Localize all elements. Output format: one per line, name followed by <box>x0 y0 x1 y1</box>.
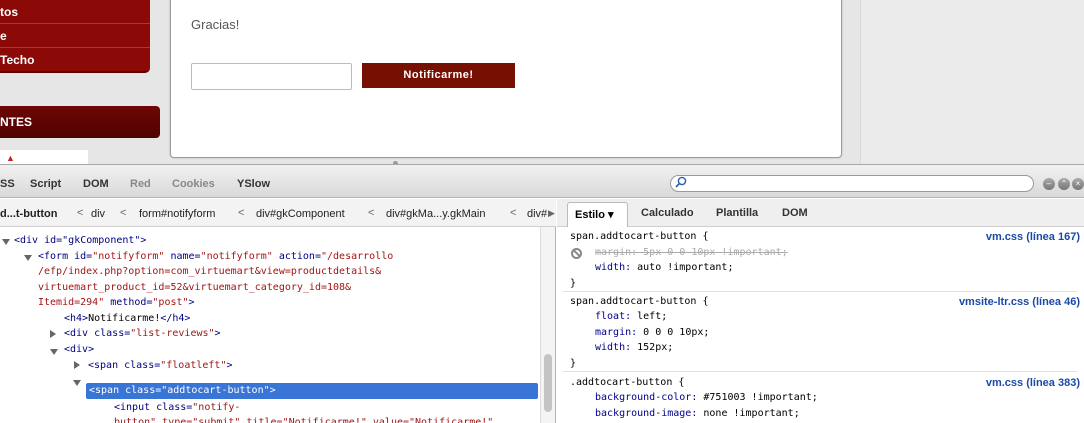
dom-attr-continuation: /efp/index.php?option=com_virtuemart&vie… <box>38 266 382 277</box>
dom-node-div[interactable]: <div> <box>64 342 94 358</box>
detach-icon[interactable]: ⌃ <box>1058 178 1070 190</box>
rule-close-brace: } <box>570 358 577 369</box>
collapse-icon[interactable] <box>73 380 81 386</box>
tab-dom-side[interactable]: DOM <box>782 207 808 219</box>
dom-node-h4[interactable]: <h4>Notificarme!</h4> <box>64 311 190 327</box>
css-property[interactable]: margin: 0 0 0 10px; <box>595 325 709 341</box>
breadcrumb-separator: < <box>77 207 84 219</box>
dom-attr-continuation: virtuemart_product_id=52&virtuemart_cate… <box>38 282 352 293</box>
rule-divider <box>563 371 1077 372</box>
selected-node-label: <span class="addtocart-button"> <box>89 385 276 396</box>
collapse-icon[interactable] <box>50 349 58 355</box>
rule-source-link[interactable]: vm.css (línea 383) <box>986 376 1080 392</box>
selected-dom-node[interactable]: <span class="addtocart-button"> <box>86 383 538 399</box>
breadcrumb-item[interactable]: form#notifyform <box>139 208 215 220</box>
side-panel-tabs: Estilo ▾ Calculado Plantilla DOM <box>557 199 1084 227</box>
notify-email-input[interactable] <box>191 63 352 90</box>
dom-node-floatleft[interactable]: <span class="floatleft"> <box>88 358 233 374</box>
expand-icon[interactable] <box>50 330 56 338</box>
tab-plantilla[interactable]: Plantilla <box>716 207 758 219</box>
devtools-tab-bar: SS Script DOM Red Cookies YSlow – ⌃ × <box>0 165 1084 198</box>
right-column <box>861 0 1084 164</box>
css-property[interactable]: float: left; <box>595 309 667 325</box>
scroll-right-icon[interactable]: ▶ <box>548 208 555 219</box>
minimize-icon[interactable]: – <box>1043 178 1055 190</box>
section-header: NTES <box>0 106 160 138</box>
breadcrumb-separator: < <box>510 207 517 219</box>
dom-node-form[interactable]: <form id="notifyform" name="notifyform" … <box>38 249 393 265</box>
css-property[interactable]: width: 152px; <box>595 340 673 356</box>
tab-estilo[interactable]: Estilo ▾ <box>567 202 628 227</box>
notify-panel: Gracias! Notificarme! <box>170 0 842 158</box>
rule-divider <box>563 291 1077 292</box>
scrollbar-thumb[interactable] <box>544 354 552 412</box>
rule-close-brace: } <box>570 278 577 289</box>
webpage-viewport: tos e Techo NTES ▲ Gracias! Notificarme! <box>0 0 1084 166</box>
breadcrumb-item[interactable]: div <box>91 208 105 220</box>
dom-attr-continuation: button" type="submit" title="Notificarme… <box>114 417 494 423</box>
rule-selector: span.addtocart-button { <box>570 296 709 307</box>
tab-red[interactable]: Red <box>130 178 151 190</box>
rule-selector: span.addtocart-button { <box>570 231 709 242</box>
breadcrumb-separator: < <box>368 207 375 219</box>
rule-selector: .addtocart-button { <box>570 377 685 388</box>
css-rules: span.addtocart-button { vm.css (línea 16… <box>557 227 1084 423</box>
tab-css[interactable]: SS <box>0 178 15 190</box>
dom-node-input[interactable]: <input class="notify- <box>114 400 240 416</box>
collapse-icon[interactable] <box>2 239 10 245</box>
tab-calculado[interactable]: Calculado <box>641 207 694 219</box>
thanks-text: Gracias! <box>191 17 240 32</box>
rule-source-link[interactable]: vm.css (línea 167) <box>986 230 1080 246</box>
style-pane: Estilo ▾ Calculado Plantilla DOM span.ad… <box>557 199 1084 423</box>
rule-source-link[interactable]: vmsite-ltr.css (línea 46) <box>959 295 1080 311</box>
html-pane: d...t-button < div < form#notifyform < d… <box>0 199 556 423</box>
breadcrumb-item[interactable]: div#gkComponent <box>256 208 345 220</box>
tab-dom[interactable]: DOM <box>83 178 109 190</box>
collapse-icon[interactable] <box>24 255 32 261</box>
expand-icon[interactable] <box>74 361 80 369</box>
css-property[interactable]: background-color: #751003 !important; <box>595 390 818 406</box>
dom-attr-continuation: Itemid=294" method="post"> <box>38 297 195 308</box>
search-input[interactable] <box>670 175 1034 192</box>
menu-item[interactable]: Techo <box>0 48 150 72</box>
dom-node-gkcomponent[interactable]: <div id="gkComponent"> <box>14 233 146 249</box>
css-property[interactable]: width: auto !important; <box>595 260 733 276</box>
firebug-panel: SS Script DOM Red Cookies YSlow – ⌃ × d.… <box>0 164 1084 423</box>
menu-item[interactable]: e <box>0 24 150 48</box>
warning-icon: ▲ <box>6 153 15 163</box>
breadcrumb-item[interactable]: div#gkMa...y.gkMain <box>386 208 485 220</box>
breadcrumb: d...t-button < div < form#notifyform < d… <box>0 199 556 227</box>
vertical-scrollbar[interactable] <box>540 227 555 423</box>
dom-node-list-reviews[interactable]: <div class="list-reviews"> <box>64 326 221 342</box>
breadcrumb-separator: < <box>120 207 127 219</box>
menu-item[interactable]: tos <box>0 0 150 24</box>
css-property-overridden[interactable]: margin: 5px 0 0 10px !important; <box>595 245 788 261</box>
dom-tree: <div id="gkComponent"> <form id="notifyf… <box>0 227 540 423</box>
close-icon[interactable]: × <box>1072 178 1084 190</box>
breadcrumb-item[interactable]: d...t-button <box>0 208 57 220</box>
breadcrumb-item[interactable]: div# <box>527 208 547 220</box>
notify-button[interactable]: Notificarme! <box>362 63 515 88</box>
category-menu: tos e Techo <box>0 0 150 73</box>
tab-script[interactable]: Script <box>30 178 61 190</box>
tab-cookies[interactable]: Cookies <box>172 178 215 190</box>
search-icon <box>675 176 687 188</box>
css-property[interactable]: background-image: none !important; <box>595 406 800 422</box>
breadcrumb-separator: < <box>238 207 245 219</box>
left-column: tos e Techo NTES ▲ <box>0 0 160 164</box>
disabled-property-icon[interactable] <box>571 248 582 259</box>
tab-yslow[interactable]: YSlow <box>237 178 270 190</box>
